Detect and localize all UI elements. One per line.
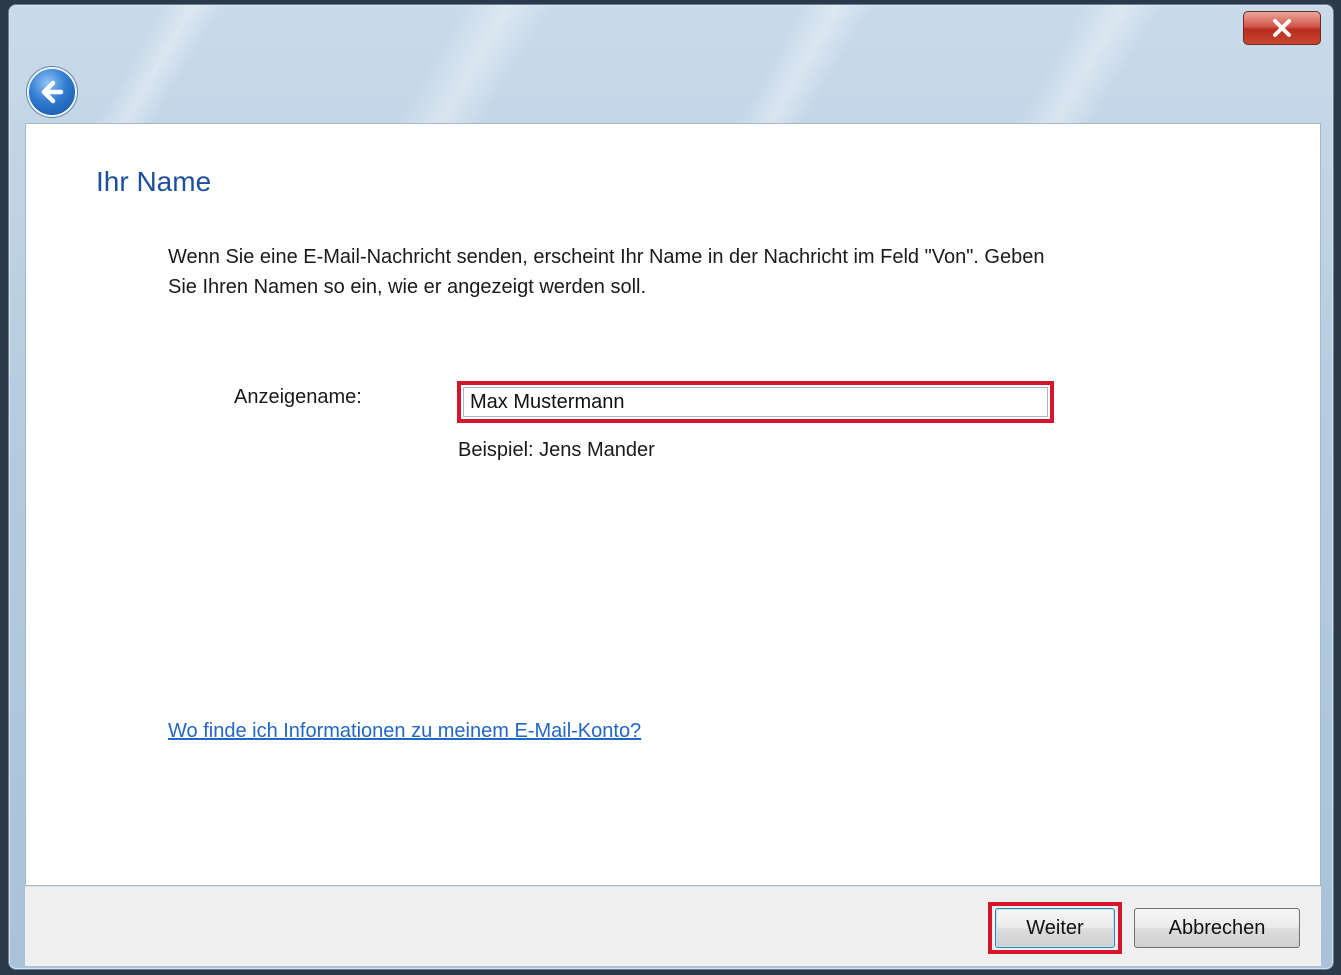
frame-decoration	[394, 5, 554, 123]
help-link[interactable]: Wo finde ich Informationen zu meinem E-M…	[168, 720, 641, 743]
back-arrow-icon	[41, 80, 64, 104]
close-button[interactable]	[1243, 11, 1321, 45]
display-name-label: Anzeigename:	[234, 386, 362, 408]
display-name-input[interactable]	[463, 387, 1048, 417]
frame-decoration	[94, 5, 224, 123]
display-name-highlight	[457, 381, 1054, 423]
cancel-button[interactable]: Abbrechen	[1134, 908, 1300, 948]
example-text: Beispiel: Jens Mander	[458, 439, 655, 461]
content-panel: Ihr Name Wenn Sie eine E-Mail-Nachricht …	[25, 123, 1321, 886]
wizard-window: Ihr Name Wenn Sie eine E-Mail-Nachricht …	[8, 4, 1334, 970]
frame-decoration	[734, 5, 874, 123]
close-icon	[1273, 19, 1291, 37]
page-title: Ihr Name	[96, 166, 212, 197]
button-bar: Weiter Abbrechen	[25, 886, 1321, 966]
back-button[interactable]	[27, 67, 77, 117]
next-button[interactable]: Weiter	[995, 908, 1115, 948]
description-text: Wenn Sie eine E-Mail-Nachricht senden, e…	[168, 246, 1045, 298]
frame-decoration	[1014, 5, 1164, 123]
